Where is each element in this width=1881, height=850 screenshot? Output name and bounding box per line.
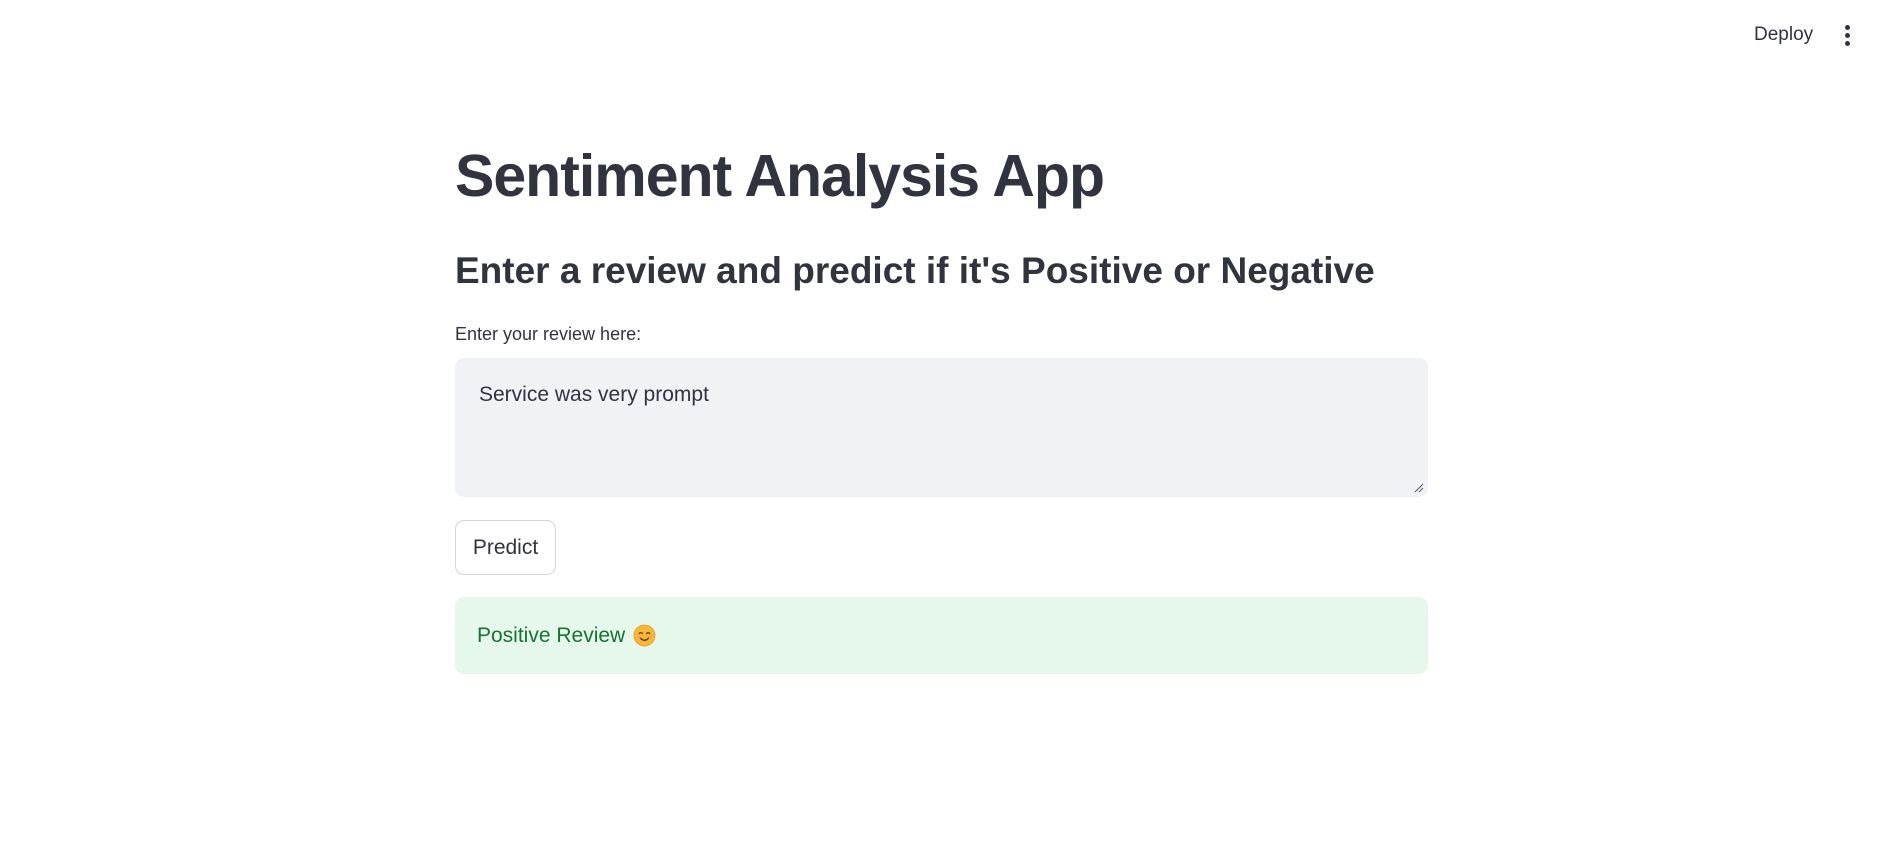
deploy-button[interactable]: Deploy [1740, 18, 1827, 52]
menu-dot [1844, 40, 1850, 46]
result-text: Positive Review [477, 623, 626, 647]
page-subtitle: Enter a review and predict if it's Posit… [455, 250, 1375, 291]
resize-handle-icon[interactable] [1414, 483, 1424, 493]
review-field-label: Enter your review here: [455, 324, 642, 344]
menu-dot [1844, 32, 1850, 38]
review-textarea[interactable]: Service was very prompt [455, 358, 1428, 497]
menu-dot [1844, 24, 1850, 30]
app-header: Deploy [0, 0, 1881, 70]
kebab-menu-icon[interactable] [1830, 18, 1864, 52]
predict-button[interactable]: Predict [455, 520, 556, 575]
result-alert: Positive Review [455, 597, 1428, 674]
page-title: Sentiment Analysis App [455, 143, 1105, 209]
review-text: Service was very prompt [479, 383, 709, 406]
smiling-face-icon [633, 624, 656, 647]
